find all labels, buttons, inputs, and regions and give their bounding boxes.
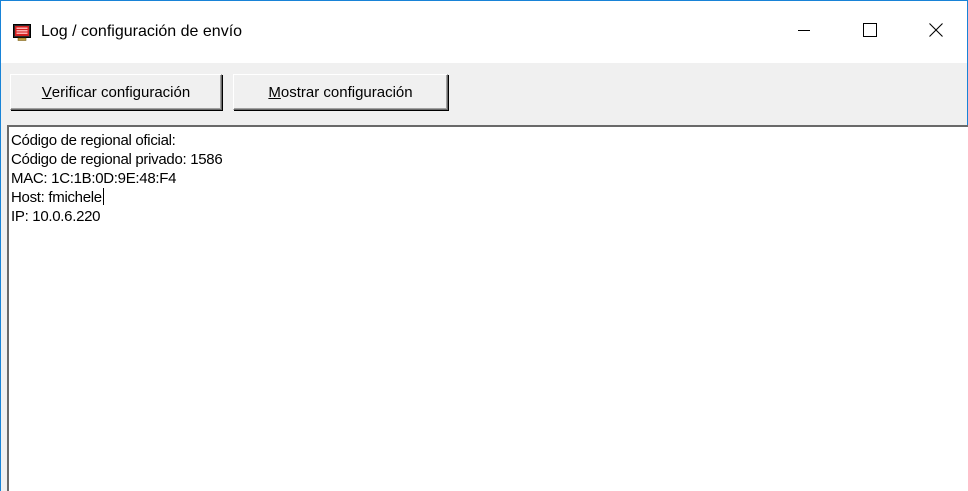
app-window: Log / configuración de envío Verificar c… <box>0 0 968 491</box>
log-line: Código de regional oficial: <box>11 132 176 149</box>
log-line: Host: fmichele <box>11 188 968 207</box>
close-icon <box>929 22 943 42</box>
minimize-icon <box>798 23 810 41</box>
close-button[interactable] <box>913 1 959 63</box>
maximize-icon <box>863 22 877 42</box>
log-line: Código de regional privado: 1586 <box>11 151 223 168</box>
verify-button-mnemonic: V <box>41 83 52 101</box>
window-title: Log / configuración de envío <box>41 23 243 40</box>
log-text-area[interactable]: Código de regional oficial: Código de re… <box>7 125 968 491</box>
minimize-button[interactable] <box>781 1 827 63</box>
log-line: IP: 10.0.6.220 <box>11 208 101 225</box>
log-line: MAC: 1C:1B:0D:9E:48:F4 <box>11 170 177 187</box>
show-configuration-button[interactable]: Mostrar configuración <box>233 74 448 110</box>
monitor-app-icon[interactable] <box>13 24 31 41</box>
show-button-mnemonic: M <box>268 83 281 101</box>
toolbar: Verificar configuración Mostrar configur… <box>1 63 967 123</box>
show-button-label: ostrar configuración <box>280 83 413 101</box>
log-line-text: Host: fmichele <box>11 189 102 206</box>
verify-configuration-button[interactable]: Verificar configuración <box>10 74 222 110</box>
text-caret <box>102 188 104 205</box>
verify-button-label: erificar configuración <box>51 83 191 101</box>
maximize-button[interactable] <box>847 1 893 63</box>
title-bar[interactable]: Log / configuración de envío <box>1 1 967 63</box>
